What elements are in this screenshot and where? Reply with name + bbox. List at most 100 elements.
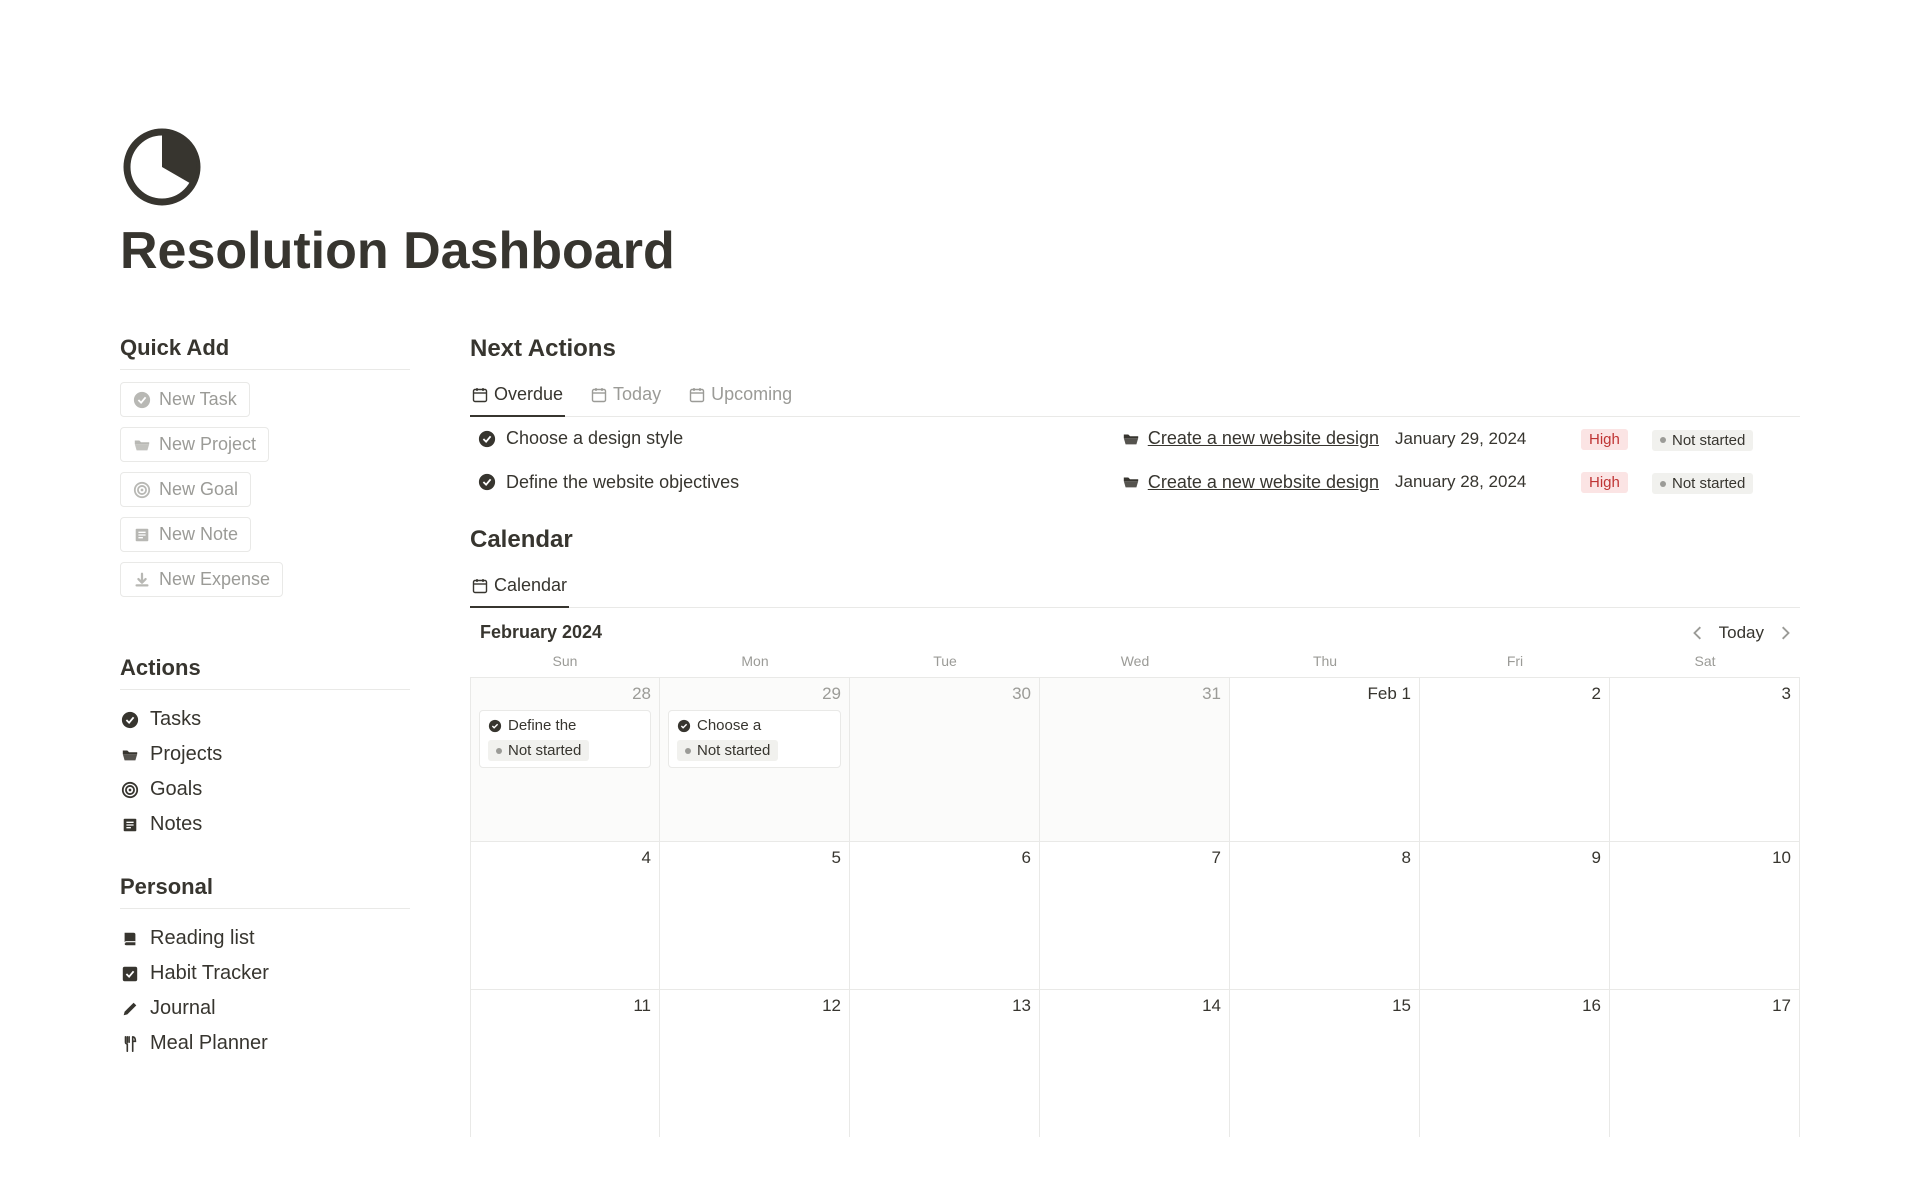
calendar-date-number: 29 [668,684,841,704]
calendar-day-label: Thu [1230,649,1420,677]
status-badge: Not started [1652,473,1753,494]
button-label: New Expense [159,569,270,590]
link-label: Projects [150,743,222,766]
quick-add-new-note-button[interactable]: New Note [120,517,251,552]
calendar-next-button[interactable] [1780,626,1790,640]
calendar-icon [591,387,607,403]
calendar-cell[interactable]: 30 [850,677,1040,841]
calendar-date-number: Feb 1 [1238,684,1411,704]
calendar-date-number: 11 [479,996,651,1016]
button-label: New Project [159,434,256,455]
quick-add-new-project-button[interactable]: New Project [120,427,269,462]
actions-item-tasks[interactable]: Tasks [120,702,410,737]
calendar-date-number: 10 [1618,848,1791,868]
calendar-prev-button[interactable] [1693,626,1703,640]
calendar-month-label: February 2024 [480,622,602,643]
divider [120,908,410,909]
calendar-cell[interactable]: 2 [1420,677,1610,841]
calendar-cell[interactable]: 15 [1230,989,1420,1137]
calendar-date-number: 7 [1048,848,1221,868]
task-date: January 29, 2024 [1395,429,1565,449]
calendar-cell[interactable]: 13 [850,989,1040,1137]
personal-item-reading-list[interactable]: Reading list [120,921,410,956]
calendar-day-label: Tue [850,649,1040,677]
tab-today[interactable]: Today [589,380,663,417]
button-label: New Task [159,389,237,410]
personal-item-meal-planner[interactable]: Meal Planner [120,1026,410,1061]
calendar-cell[interactable]: 12 [660,989,850,1137]
project-name: Create a new website design [1148,428,1379,449]
actions-item-notes[interactable]: Notes [120,807,410,842]
calendar-icon [472,578,488,594]
actions-item-projects[interactable]: Projects [120,737,410,772]
calendar-icon [689,387,705,403]
calendar-cell[interactable]: 16 [1420,989,1610,1137]
button-label: New Note [159,524,238,545]
folder-open-icon [1122,473,1140,491]
event-title: Choose a [697,717,761,734]
calendar-cell[interactable]: 7 [1040,841,1230,989]
calendar-day-label: Sun [470,649,660,677]
task-title-text: Choose a design style [506,428,683,449]
tab-label: Today [613,384,661,405]
utensils-icon [120,1034,140,1054]
calendar-date-number: 9 [1428,848,1601,868]
tab-label: Overdue [494,384,563,405]
calendar-date-number: 13 [858,996,1031,1016]
personal-heading: Personal [120,874,410,900]
quick-add-new-goal-button[interactable]: New Goal [120,472,251,507]
calendar-cell[interactable]: 9 [1420,841,1610,989]
calendar-cell[interactable]: 10 [1610,841,1800,989]
calendar-cell[interactable]: 17 [1610,989,1800,1137]
calendar-day-label: Mon [660,649,850,677]
calendar-day-label: Fri [1420,649,1610,677]
page-header-icon [120,125,204,209]
calendar-cell[interactable]: Feb 1 [1230,677,1420,841]
page-title: Resolution Dashboard [120,221,1800,281]
target-icon [120,780,140,800]
task-row[interactable]: Choose a design style Create a new websi… [470,417,1800,461]
next-actions-heading: Next Actions [470,335,1800,363]
calendar-day-label: Wed [1040,649,1230,677]
calendar-cell[interactable]: 29 Choose a Not started [660,677,850,841]
calendar-cell[interactable]: 28 Define the Not started [470,677,660,841]
calendar-date-number: 31 [1048,684,1221,704]
quick-add-new-expense-button[interactable]: New Expense [120,562,283,597]
calendar-event[interactable]: Define the Not started [479,710,651,768]
note-icon [133,526,151,544]
calendar-date-number: 2 [1428,684,1601,704]
tab-upcoming[interactable]: Upcoming [687,380,794,417]
calendar-cell[interactable]: 14 [1040,989,1230,1137]
tab-calendar[interactable]: Calendar [470,571,569,608]
checkbox-icon [120,964,140,984]
task-project-link[interactable]: Create a new website design [1122,472,1379,493]
divider [120,689,410,690]
actions-item-goals[interactable]: Goals [120,772,410,807]
link-label: Journal [150,997,216,1020]
quick-add-new-task-button[interactable]: New Task [120,382,250,417]
calendar-cell[interactable]: 4 [470,841,660,989]
calendar-today-button[interactable]: Today [1719,623,1764,643]
calendar-date-number: 16 [1428,996,1601,1016]
folder-open-icon [120,745,140,765]
personal-item-habit-tracker[interactable]: Habit Tracker [120,956,410,991]
task-date: January 28, 2024 [1395,472,1565,492]
personal-item-journal[interactable]: Journal [120,991,410,1026]
task-row[interactable]: Define the website objectives Create a n… [470,461,1800,505]
calendar-date-number: 28 [479,684,651,704]
calendar-cell[interactable]: 31 [1040,677,1230,841]
calendar-date-number: 4 [479,848,651,868]
calendar-cell[interactable]: 6 [850,841,1040,989]
calendar-icon [472,387,488,403]
actions-heading: Actions [120,655,410,681]
calendar-cell[interactable]: 5 [660,841,850,989]
calendar-date-number: 8 [1238,848,1411,868]
calendar-cell[interactable]: 8 [1230,841,1420,989]
calendar-cell[interactable]: 3 [1610,677,1800,841]
calendar-cell[interactable]: 11 [470,989,660,1137]
calendar-event[interactable]: Choose a Not started [668,710,841,768]
pencil-icon [120,999,140,1019]
link-label: Tasks [150,708,201,731]
tab-overdue[interactable]: Overdue [470,380,565,417]
task-project-link[interactable]: Create a new website design [1122,428,1379,449]
